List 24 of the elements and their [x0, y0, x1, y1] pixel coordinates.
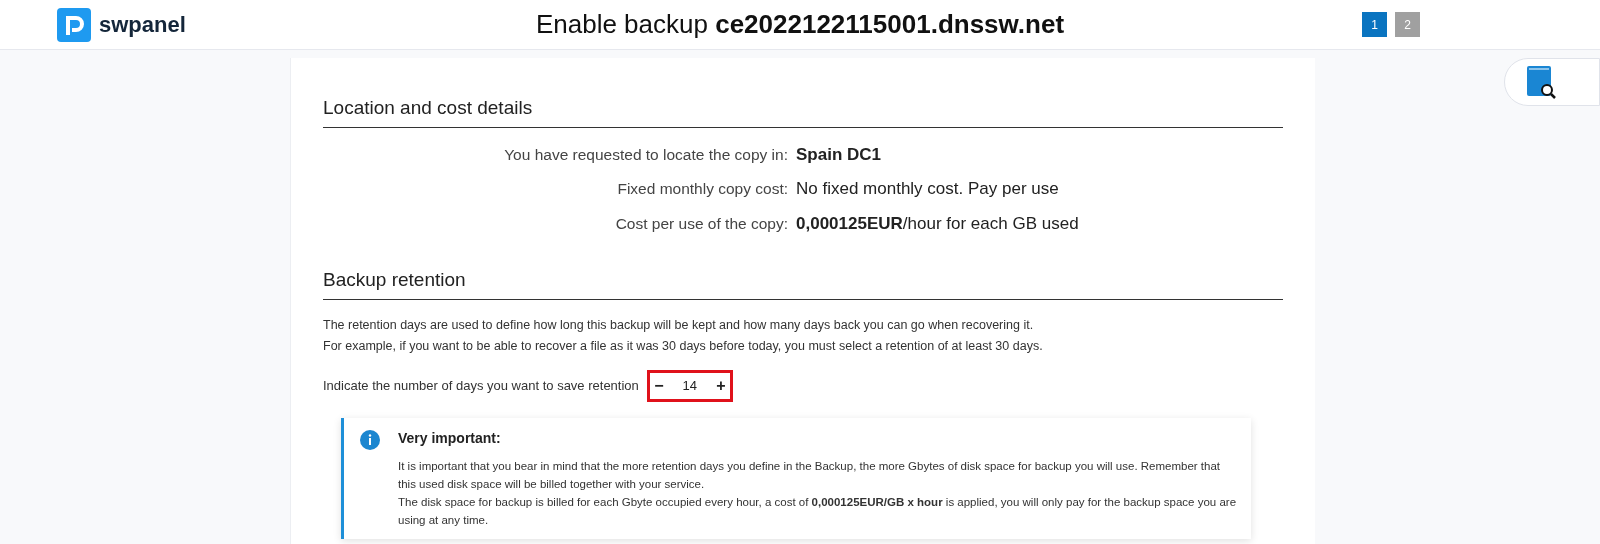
detail-label: You have requested to locate the copy in:: [503, 144, 788, 165]
step-indicator: 2: [1395, 12, 1420, 37]
page-title: Enable backup ce2022122115001.dnssw.net: [535, 9, 1065, 39]
detail-value: Spain DC1: [796, 143, 882, 166]
days-value: 14: [681, 377, 699, 396]
notice-title: Very important:: [398, 429, 502, 448]
step-indicator: 1: [1362, 12, 1387, 37]
logo-icon: [57, 7, 91, 42]
increment-button[interactable]: +: [713, 374, 728, 398]
detail-value: No fixed monthly cost. Pay per use: [796, 178, 1059, 200]
section-heading: Backup retention: [323, 266, 1283, 300]
info-icon: [360, 430, 380, 450]
info-text: The retention days are used to define how long this backup will be kept and how many days back you can go when recovering it.: [323, 316, 1035, 334]
section-heading: Location and cost details: [323, 94, 1283, 128]
book-search-icon[interactable]: [1525, 64, 1557, 100]
detail-value: 0,000125EUR/hour for each GB used: [796, 212, 1079, 235]
notice-text: It is important that you bear in mind that the more retention days you define in the Backup, the more Gbytes of disk space for backup you will use. Remember that this used disk space will be billed together with your service.: [398, 459, 1222, 492]
info-text: For example, if you want to be able to recover a file as it was 30 days before today, you must select a retention of at least 30 days.: [323, 338, 1044, 356]
decrement-button[interactable]: −: [651, 374, 666, 398]
days-label: Indicate the number of days you want to save retention: [323, 377, 639, 396]
detail-label: Cost per use of the copy:: [614, 213, 788, 234]
detail-label: Fixed monthly copy cost:: [616, 179, 788, 199]
logo-text: swpanel: [99, 11, 186, 39]
notice-text: The disk space for backup is billed for each Gbyte occupied every hour, a cost of 0,000125EUR/GB x hour is applied, you will only pay for the backup space you are using at any time.: [398, 495, 1237, 528]
